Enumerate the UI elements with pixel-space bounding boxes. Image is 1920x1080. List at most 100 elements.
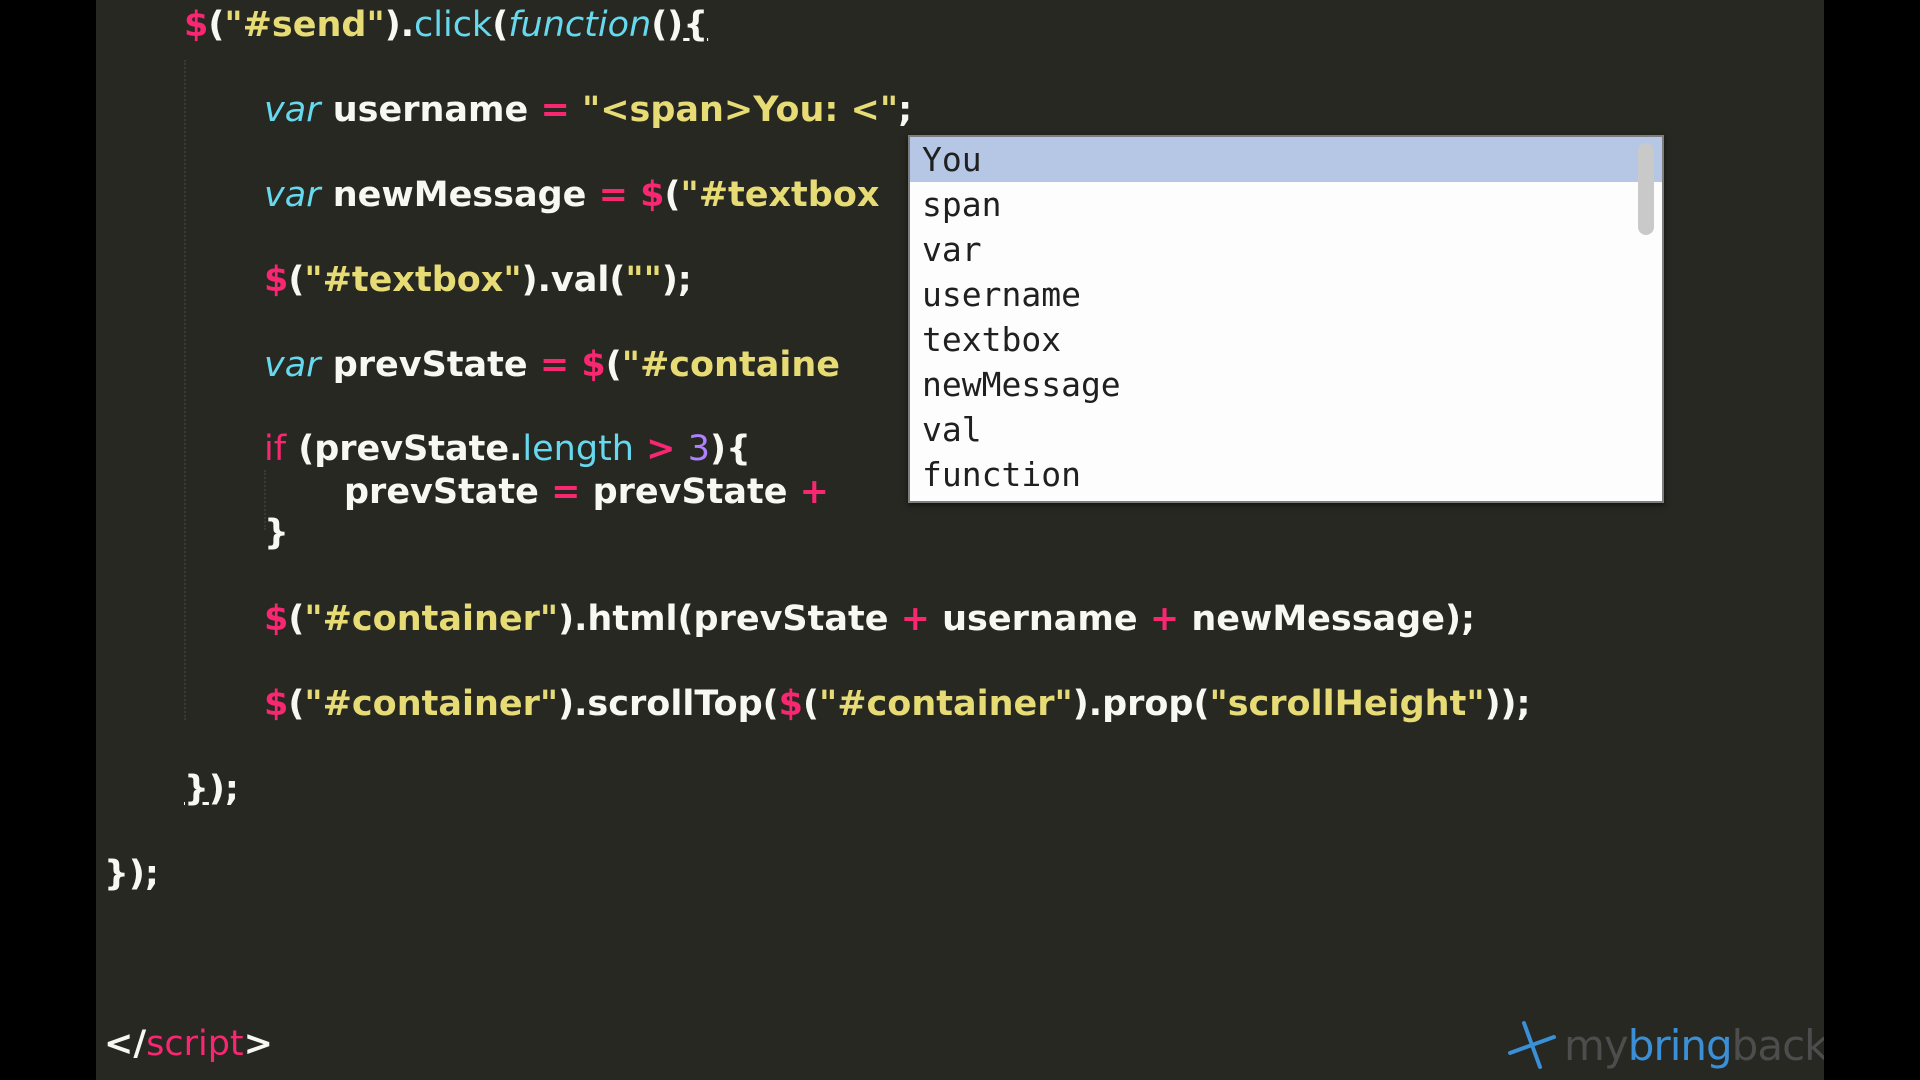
code-text: </ <box>104 1024 147 1064</box>
string-token: "#container" <box>304 684 559 724</box>
code-text: ( <box>605 345 622 385</box>
code-text: username <box>929 599 1150 639</box>
operator-token: = <box>539 345 570 385</box>
code-text: > <box>243 1024 273 1064</box>
code-line-7[interactable]: prevState = prevState + <box>344 467 829 517</box>
code-text: ).html(prevState <box>558 599 901 639</box>
string-token: "<span>You: <" <box>581 90 899 130</box>
dollar-token: $ <box>264 260 289 300</box>
autocomplete-item[interactable]: span <box>910 182 1662 227</box>
code-text: ( <box>288 684 305 724</box>
dollar-token: $ <box>264 599 289 639</box>
string-token: "#container" <box>819 684 1073 724</box>
number-token: 3 <box>687 429 710 469</box>
string-token: "#containe <box>621 345 840 385</box>
code-line-2[interactable]: var username = "<span>You: <"; <box>264 85 912 135</box>
dollar-token: $ <box>264 684 289 724</box>
operator-token: = <box>551 472 581 512</box>
code-text: ( <box>492 5 509 45</box>
code-line-5[interactable]: var prevState = $("#containe <box>264 340 840 390</box>
dollar-token: $ <box>640 175 665 215</box>
code-line-11[interactable]: }); <box>184 764 239 814</box>
windmill-logo-icon <box>1508 1021 1556 1069</box>
autocomplete-item[interactable]: var <box>910 227 1662 272</box>
code-text: ){ <box>709 429 751 469</box>
operator-token: + <box>799 472 829 512</box>
code-text: ( <box>288 599 305 639</box>
code-text: ). <box>384 5 414 45</box>
autocomplete-item[interactable]: username <box>910 272 1662 317</box>
indent-guide <box>184 60 186 720</box>
autocomplete-item[interactable]: val <box>910 407 1662 452</box>
operator-token: = <box>540 90 570 130</box>
code-text: ).val( <box>521 260 626 300</box>
keyword-token: var <box>264 175 321 215</box>
autocomplete-item[interactable]: function <box>910 452 1662 497</box>
string-token: "" <box>625 260 662 300</box>
code-text: ( <box>664 175 681 215</box>
watermark: mybringback.com <box>1506 1015 1824 1075</box>
code-line-9[interactable]: $("#container").html(prevState + usernam… <box>264 594 1475 644</box>
keyword-token: var <box>264 345 321 385</box>
dollar-token: $ <box>778 684 803 724</box>
code-text: newMessage); <box>1179 599 1475 639</box>
operator-token: > <box>646 429 676 469</box>
string-token: "#textbox" <box>304 260 522 300</box>
code-text: ).scrollTop( <box>558 684 779 724</box>
string-token: "scrollHeight" <box>1209 684 1485 724</box>
bracket-match: { <box>683 5 709 45</box>
dollar-token: $ <box>184 5 209 45</box>
code-text: () <box>651 5 684 45</box>
tag-token: script <box>146 1024 244 1064</box>
code-text: ); <box>208 769 239 809</box>
code-text: )); <box>1484 684 1531 724</box>
autocomplete-popup[interactable]: You span var username textbox newMessage… <box>908 135 1664 503</box>
property-token: length <box>522 429 634 469</box>
code-line-10[interactable]: $("#container").scrollTop($("#container"… <box>264 679 1531 729</box>
code-text: prevState <box>320 345 540 385</box>
watermark-text-my: my <box>1564 1020 1629 1070</box>
code-text: ( <box>288 260 305 300</box>
code-line-4[interactable]: $("#textbox").val(""); <box>264 255 692 305</box>
code-text: username <box>320 90 541 130</box>
watermark-text-back: back.com <box>1731 1020 1824 1070</box>
code-text: ); <box>661 260 692 300</box>
code-line-13[interactable]: </script> <box>104 1019 273 1069</box>
operator-token: + <box>900 599 930 639</box>
string-token: "#send" <box>224 5 385 45</box>
code-text: prevState <box>344 472 552 512</box>
operator-token: + <box>1149 599 1180 639</box>
bracket-match: } <box>184 769 209 809</box>
keyword-token: function <box>508 5 652 45</box>
code-line-8[interactable]: } <box>264 508 289 558</box>
code-line-12[interactable]: }); <box>104 849 159 899</box>
autocomplete-item[interactable]: newMessage <box>910 362 1662 407</box>
keyword-token: var <box>264 90 321 130</box>
string-token: "#container" <box>304 599 559 639</box>
method-token: click <box>414 5 493 45</box>
code-text: }); <box>104 854 159 894</box>
autocomplete-item[interactable]: textbox <box>910 317 1662 362</box>
code-text: ( <box>208 5 225 45</box>
code-text: } <box>264 513 289 553</box>
watermark-text-bring: bring <box>1627 1020 1733 1070</box>
code-text: ( <box>803 684 819 724</box>
code-text: (prevState. <box>286 429 523 469</box>
code-editor[interactable]: $("#send").click(function(){ var usernam… <box>96 0 1824 1080</box>
code-text: prevState <box>580 472 800 512</box>
string-token: "#textbox <box>680 175 880 215</box>
code-text: newMessage <box>320 175 599 215</box>
autocomplete-item-selected[interactable]: You <box>910 137 1662 182</box>
code-line-3[interactable]: var newMessage = $("#textbox <box>264 170 879 220</box>
keyword-token: if <box>264 429 287 469</box>
dollar-token: $ <box>581 345 606 385</box>
code-text: ; <box>898 90 913 130</box>
operator-token: = <box>598 175 628 215</box>
code-line-1[interactable]: $("#send").click(function(){ <box>184 0 708 50</box>
autocomplete-scrollbar[interactable] <box>1638 143 1654 235</box>
